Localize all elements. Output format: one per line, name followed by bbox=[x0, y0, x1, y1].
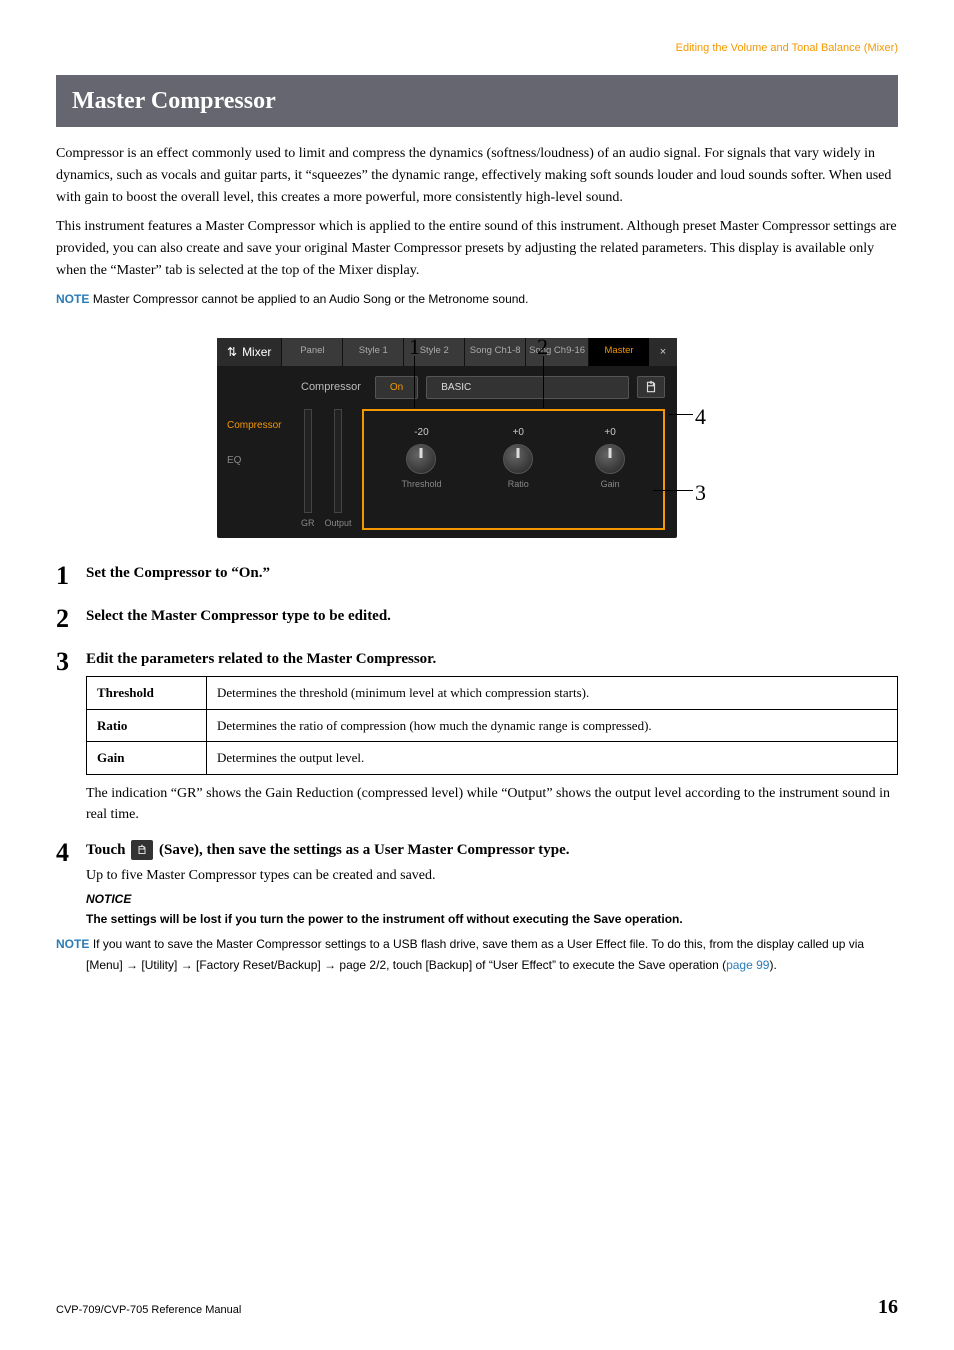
note-text-b: ). bbox=[769, 958, 776, 972]
compressor-label: Compressor bbox=[301, 379, 361, 396]
sidebar-item-compressor[interactable]: Compressor bbox=[217, 408, 301, 443]
callout-line bbox=[669, 414, 693, 415]
meter-gr bbox=[304, 409, 312, 513]
tab-song-ch9-16[interactable]: Song Ch9-16 bbox=[525, 338, 588, 366]
intro-paragraph-2: This instrument features a Master Compre… bbox=[56, 216, 898, 283]
knob-gain-label: Gain bbox=[601, 478, 620, 492]
note-text: Master Compressor cannot be applied to a… bbox=[93, 292, 529, 306]
figure-wrap: 1 2 4 3 ⇅ Mixer Panel Style 1 Style 2 So… bbox=[217, 338, 737, 539]
meter-output-label: Output bbox=[325, 517, 352, 531]
meter-gr-col: GR bbox=[301, 409, 315, 531]
footer-page: 16 bbox=[878, 1292, 898, 1322]
note-text: If you want to save the Master Compresso… bbox=[86, 937, 864, 972]
callout-3: 3 bbox=[695, 476, 706, 509]
knob-area: GR Output -20 Threshold bbox=[301, 409, 665, 531]
page-link[interactable]: page 99 bbox=[726, 958, 769, 972]
step-4-head-b: (Save), then save the settings as a User… bbox=[155, 842, 569, 858]
knob-group: -20 Threshold +0 Ratio +0 Gain bbox=[362, 409, 665, 531]
meters: GR Output bbox=[301, 409, 352, 531]
step-4-num: 4 bbox=[56, 839, 86, 987]
meter-output bbox=[334, 409, 342, 513]
step-3-head: Edit the parameters related to the Maste… bbox=[86, 648, 898, 671]
note-label: NOTE bbox=[56, 937, 89, 951]
callout-4: 4 bbox=[695, 400, 706, 433]
mixer-title: ⇅ Mixer bbox=[217, 338, 281, 366]
table-row: Ratio Determines the ratio of compressio… bbox=[87, 709, 898, 742]
compressor-on-button[interactable]: On bbox=[375, 376, 418, 399]
callout-line bbox=[543, 356, 544, 408]
mixer-icon: ⇅ bbox=[227, 343, 237, 361]
knob-ratio-value: +0 bbox=[513, 425, 524, 440]
step-4-sub: Up to five Master Compressor types can b… bbox=[86, 865, 898, 886]
callout-line bbox=[414, 356, 415, 408]
compressor-type-select[interactable]: BASIC bbox=[426, 376, 629, 399]
step-4: 4 Touch (Save), then save the settings a… bbox=[56, 839, 898, 987]
step-3-num: 3 bbox=[56, 648, 86, 825]
knob-ratio[interactable] bbox=[503, 444, 533, 474]
table-row: Gain Determines the output level. bbox=[87, 742, 898, 775]
mixer-title-text: Mixer bbox=[242, 343, 271, 361]
knob-ratio-col: +0 Ratio bbox=[503, 425, 533, 519]
param-desc: Determines the output level. bbox=[207, 742, 898, 775]
notice-text: The settings will be lost if you turn th… bbox=[86, 910, 898, 928]
note-row-1: NOTE Master Compressor cannot be applied… bbox=[56, 289, 898, 310]
param-name: Gain bbox=[87, 742, 207, 775]
param-name: Ratio bbox=[87, 709, 207, 742]
knob-gain-col: +0 Gain bbox=[595, 425, 625, 519]
param-desc: Determines the ratio of compression (how… bbox=[207, 709, 898, 742]
step-1-num: 1 bbox=[56, 562, 86, 591]
after-table-text: The indication “GR” shows the Gain Reduc… bbox=[86, 783, 898, 825]
tab-song-ch1-8[interactable]: Song Ch1-8 bbox=[464, 338, 525, 366]
table-row: Threshold Determines the threshold (mini… bbox=[87, 677, 898, 710]
mixer-sidebar: Compressor EQ bbox=[217, 366, 301, 539]
step-1-head: Set the Compressor to “On.” bbox=[86, 562, 898, 585]
param-name: Threshold bbox=[87, 677, 207, 710]
breadcrumb: Editing the Volume and Tonal Balance (Mi… bbox=[56, 40, 898, 57]
knob-gain[interactable] bbox=[595, 444, 625, 474]
meter-gr-label: GR bbox=[301, 517, 315, 531]
mixer-body: Compressor EQ Compressor On BASIC bbox=[217, 366, 677, 539]
notice-label: NOTICE bbox=[86, 890, 898, 908]
meter-output-col: Output bbox=[325, 409, 352, 531]
save-icon-inline bbox=[131, 840, 153, 860]
step-3: 3 Edit the parameters related to the Mas… bbox=[56, 648, 898, 825]
close-icon[interactable]: × bbox=[649, 338, 677, 366]
tab-master[interactable]: Master bbox=[588, 338, 649, 366]
tab-panel[interactable]: Panel bbox=[281, 338, 342, 366]
section-title: Master Compressor bbox=[56, 75, 898, 127]
sidebar-item-eq[interactable]: EQ bbox=[217, 443, 301, 478]
knob-threshold-col: -20 Threshold bbox=[401, 425, 441, 519]
note-row-2: NOTE If you want to save the Master Comp… bbox=[86, 934, 898, 976]
note-label: NOTE bbox=[56, 292, 89, 306]
knob-threshold[interactable] bbox=[406, 444, 436, 474]
step-4-head: Touch (Save), then save the settings as … bbox=[86, 839, 898, 862]
knob-gain-value: +0 bbox=[604, 425, 615, 440]
step-2-head: Select the Master Compressor type to be … bbox=[86, 605, 898, 628]
footer: CVP-709/CVP-705 Reference Manual 16 bbox=[56, 1292, 898, 1322]
mixer-main: Compressor On BASIC GR bbox=[301, 366, 677, 539]
step-4-head-a: Touch bbox=[86, 842, 129, 858]
knob-ratio-label: Ratio bbox=[508, 478, 529, 492]
callout-line bbox=[653, 490, 693, 491]
footer-ref: CVP-709/CVP-705 Reference Manual bbox=[56, 1302, 241, 1319]
param-desc: Determines the threshold (minimum level … bbox=[207, 677, 898, 710]
mixer-header: ⇅ Mixer Panel Style 1 Style 2 Song Ch1-8… bbox=[217, 338, 677, 366]
step-1: 1 Set the Compressor to “On.” bbox=[56, 562, 898, 591]
tab-style1[interactable]: Style 1 bbox=[342, 338, 403, 366]
step-2-num: 2 bbox=[56, 605, 86, 634]
compressor-top-row: Compressor On BASIC bbox=[301, 376, 665, 399]
knob-threshold-label: Threshold bbox=[401, 478, 441, 492]
param-table: Threshold Determines the threshold (mini… bbox=[86, 676, 898, 775]
mixer-screenshot: ⇅ Mixer Panel Style 1 Style 2 Song Ch1-8… bbox=[217, 338, 677, 539]
save-icon bbox=[644, 380, 658, 394]
step-2: 2 Select the Master Compressor type to b… bbox=[56, 605, 898, 634]
knob-threshold-value: -20 bbox=[414, 425, 428, 440]
intro-paragraph-1: Compressor is an effect commonly used to… bbox=[56, 143, 898, 210]
save-button-inline[interactable] bbox=[637, 376, 665, 398]
